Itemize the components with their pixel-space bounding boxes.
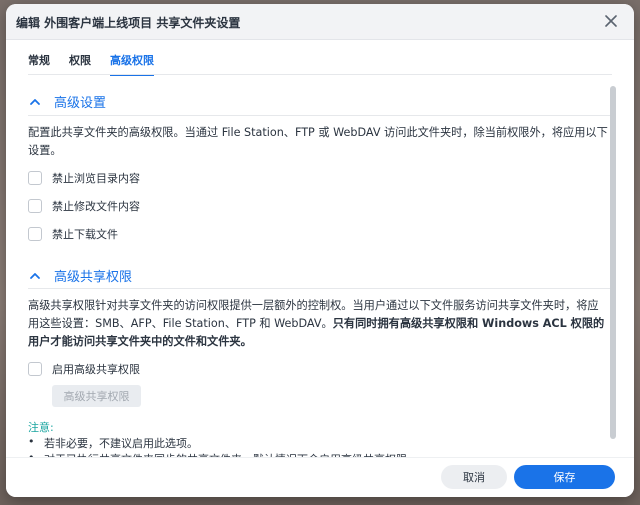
- note-item: • 若非必要，不建议启用此选项。: [28, 435, 198, 451]
- section-advanced-settings-header[interactable]: 高级设置: [28, 92, 106, 111]
- chevron-up-icon: [30, 98, 40, 105]
- note-text: 若非必要，不建议启用此选项。: [44, 437, 198, 450]
- section-title: 高级设置: [54, 96, 107, 111]
- content-area: 高级设置 配置此共享文件夹的高级权限。当通过 File Station、FTP …: [6, 75, 634, 461]
- close-button[interactable]: [600, 10, 622, 32]
- section-title: 高级共享权限: [54, 270, 133, 285]
- tab-permissions[interactable]: 权限: [69, 52, 91, 76]
- checkbox[interactable]: [28, 227, 42, 241]
- section-divider: [28, 115, 612, 116]
- window-title: 编辑 外围客户端上线项目 共享文件夹设置: [16, 16, 241, 30]
- option-no-modify[interactable]: 禁止修改文件内容: [28, 198, 140, 214]
- dialog-window: 编辑 外围客户端上线项目 共享文件夹设置 常规 权限 高级权限 高级设置 配置此…: [6, 4, 634, 497]
- checkbox[interactable]: [28, 199, 42, 213]
- option-no-browse[interactable]: 禁止浏览目录内容: [28, 170, 140, 186]
- bullet: •: [28, 435, 35, 448]
- advanced-share-description: 高级共享权限针对共享文件夹的访问权限提供一层额外的控制权。当用户通过以下文件服务…: [28, 297, 608, 351]
- title-bar: 编辑 外围客户端上线项目 共享文件夹设置: [6, 4, 634, 40]
- tab-general[interactable]: 常规: [28, 52, 50, 76]
- section-advanced-share-header[interactable]: 高级共享权限: [28, 266, 132, 285]
- advanced-share-permissions-button[interactable]: 高级共享权限: [52, 385, 141, 407]
- option-label: 禁止浏览目录内容: [52, 172, 140, 185]
- section-divider: [28, 288, 612, 289]
- checkbox[interactable]: [28, 171, 42, 185]
- scrollbar[interactable]: [610, 86, 616, 439]
- save-button[interactable]: 保存: [514, 465, 615, 489]
- close-icon: [605, 15, 617, 27]
- tab-advanced-permissions[interactable]: 高级权限: [110, 52, 154, 76]
- advanced-settings-description: 配置此共享文件夹的高级权限。当通过 File Station、FTP 或 Web…: [28, 126, 608, 157]
- tab-bar: 常规 权限 高级权限: [28, 52, 173, 76]
- option-no-download[interactable]: 禁止下载文件: [28, 226, 118, 242]
- footer: 取消 保存: [6, 457, 634, 497]
- option-enable-advanced-share[interactable]: 启用高级共享权限: [28, 361, 140, 377]
- checkbox[interactable]: [28, 362, 42, 376]
- chevron-up-icon: [30, 272, 40, 279]
- option-label: 启用高级共享权限: [52, 363, 140, 376]
- option-label: 禁止修改文件内容: [52, 200, 140, 213]
- note-title: 注意:: [28, 421, 54, 434]
- option-label: 禁止下载文件: [52, 228, 118, 241]
- cancel-button[interactable]: 取消: [441, 465, 507, 489]
